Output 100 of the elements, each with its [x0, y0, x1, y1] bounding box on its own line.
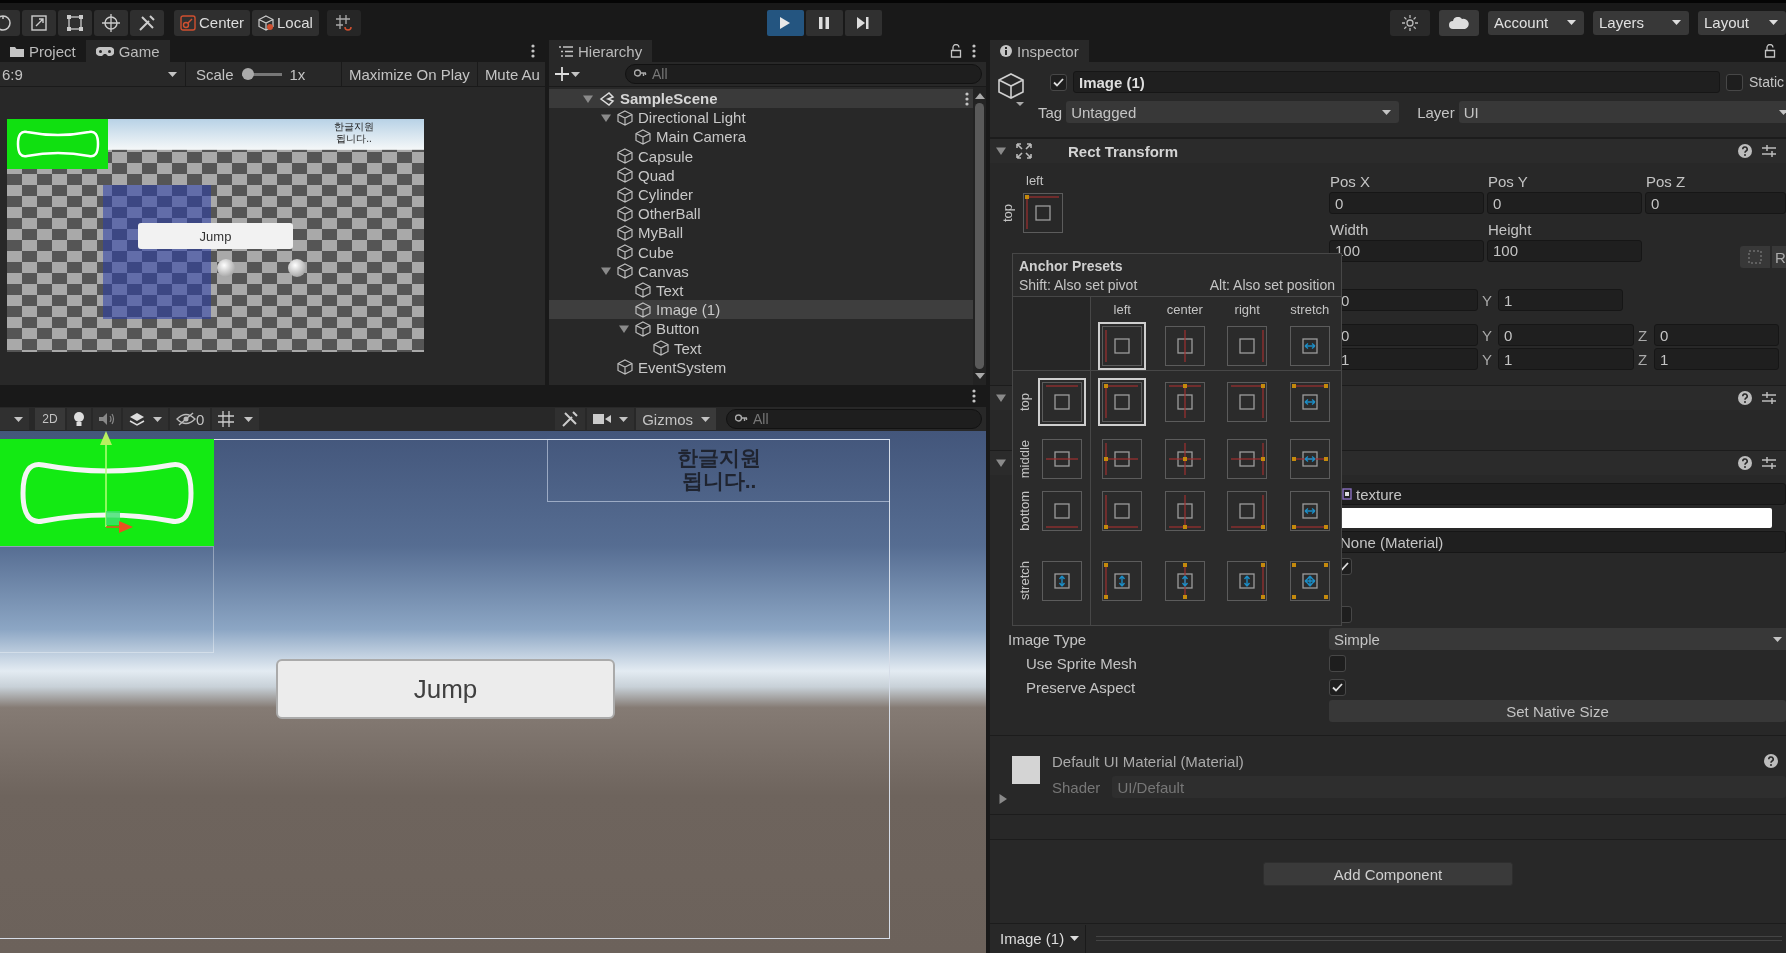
set-native-size-button[interactable]: Set Native Size	[1329, 700, 1786, 722]
collapse-arrow-icon[interactable]	[996, 458, 1006, 468]
text-field[interactable]: 0	[1329, 192, 1484, 214]
hierarchy-item[interactable]: Button	[549, 319, 973, 339]
image-type-dropdown[interactable]: Simple	[1329, 628, 1786, 650]
panel-tab[interactable]: Game	[85, 40, 170, 62]
hierarchy-item[interactable]: Main Camera	[549, 127, 973, 147]
hierarchy-item[interactable]: EventSystem	[549, 357, 973, 377]
jump-button[interactable]: Jump	[276, 659, 615, 719]
slider-thumb[interactable]	[241, 68, 254, 80]
lock-icon[interactable]	[950, 44, 962, 58]
collapse-arrow-icon[interactable]	[583, 93, 593, 104]
name-field[interactable]: Image (1)	[1073, 71, 1720, 93]
lock-icon[interactable]	[1764, 44, 1776, 58]
mute-audio-toggle[interactable]: Mute Au	[477, 62, 540, 86]
draw-mode-dropdown[interactable]	[0, 408, 29, 430]
hierarchy-item[interactable]: SampleScene	[549, 89, 973, 109]
lighting-button[interactable]	[1390, 9, 1430, 36]
tools-button[interactable]	[555, 408, 586, 430]
hierarchy-item[interactable]: Cylinder	[549, 184, 973, 205]
pause-button[interactable]	[805, 9, 843, 36]
text-field[interactable]: 1	[1498, 289, 1623, 311]
rect-tool-button[interactable]	[58, 9, 92, 36]
step-button[interactable]	[844, 9, 882, 36]
panel-tab[interactable]: Inspector	[990, 40, 1089, 62]
transform-tool-button[interactable]	[94, 9, 128, 36]
hierarchy-item[interactable]: Quad	[549, 165, 973, 185]
search-field[interactable]: All	[625, 64, 982, 84]
preview-dropdown[interactable]: Image (1)	[990, 924, 1087, 953]
tag-dropdown[interactable]: Untagged	[1066, 101, 1400, 123]
hidden-objects-toggle[interactable]: 0	[170, 408, 211, 430]
grid-dropdown[interactable]	[212, 408, 260, 430]
layer-dropdown[interactable]: UI	[1458, 101, 1786, 123]
cloud-button[interactable]	[1439, 9, 1479, 36]
menu-dropdown[interactable]: Layout	[1698, 10, 1786, 35]
hierarchy-item[interactable]: Canvas	[549, 261, 973, 281]
hierarchy-item[interactable]: Text	[549, 338, 973, 358]
camera-dropdown[interactable]	[587, 408, 635, 430]
2d-toggle[interactable]: 2D	[35, 408, 65, 430]
hierarchy-item[interactable]: Cube	[549, 242, 973, 262]
checkbox[interactable]	[1726, 73, 1743, 91]
add-component-button[interactable]: Add Component	[1263, 862, 1513, 886]
grid-snap-button[interactable]	[326, 9, 361, 36]
text-field[interactable]: 0	[1654, 324, 1779, 346]
menu-dropdown[interactable]: Layers	[1593, 10, 1689, 35]
checkbox[interactable]	[1329, 678, 1346, 696]
hierarchy-item[interactable]: Capsule	[549, 146, 973, 166]
collapse-arrow-icon[interactable]	[601, 112, 611, 123]
sliders-icon[interactable]	[1762, 391, 1776, 405]
reset-button[interactable]: R	[1772, 246, 1786, 268]
help-icon[interactable]	[1764, 754, 1778, 768]
pivot-rotation-button[interactable]: Local	[252, 9, 319, 36]
jump-button[interactable]: Jump	[138, 223, 293, 249]
collapse-arrow-icon[interactable]	[601, 266, 611, 277]
checkbox[interactable]	[1050, 73, 1067, 91]
aspect-dropdown[interactable]: 6:9	[0, 62, 186, 86]
search-field[interactable]: All	[726, 409, 982, 429]
scrollbar[interactable]	[973, 87, 986, 385]
maximize-on-play-toggle[interactable]: Maximize On Play	[342, 62, 478, 86]
custom-tool-button[interactable]	[130, 9, 164, 36]
pivot-mode-button[interactable]: Center	[174, 9, 251, 36]
sliders-icon[interactable]	[1762, 456, 1776, 470]
text-field[interactable]: 1	[1498, 348, 1634, 370]
play-button[interactable]	[766, 9, 804, 36]
audio-toggle[interactable]	[93, 408, 121, 430]
help-icon[interactable]	[1738, 456, 1752, 470]
text-field[interactable]: 1	[1654, 348, 1779, 370]
text-field[interactable]: 100	[1487, 239, 1642, 262]
text-field[interactable]: 0	[1645, 192, 1786, 214]
more-icon[interactable]	[965, 91, 969, 106]
scrollbar-thumb[interactable]	[975, 103, 984, 369]
more-icon[interactable]	[531, 44, 535, 58]
column-label: right	[1234, 302, 1260, 319]
text-field[interactable]: 0	[1498, 324, 1634, 346]
gizmos-dropdown[interactable]: Gizmos	[636, 408, 716, 430]
sliders-icon[interactable]	[1762, 144, 1776, 158]
menu-dropdown[interactable]: Account	[1488, 10, 1584, 35]
help-icon[interactable]	[1738, 144, 1752, 158]
hierarchy-item[interactable]: OtherBall	[549, 204, 973, 224]
field-label: Pos Z	[1645, 173, 1687, 192]
text-field[interactable]: 0	[1487, 192, 1642, 214]
collapse-arrow-icon[interactable]	[996, 146, 1006, 156]
collapse-arrow-icon[interactable]	[996, 393, 1006, 403]
checkbox[interactable]	[1329, 654, 1346, 672]
more-icon[interactable]	[972, 389, 976, 403]
collapse-arrow-icon[interactable]	[619, 323, 629, 334]
panel-tab[interactable]: Project	[0, 40, 86, 62]
scale-tool-button[interactable]	[22, 9, 56, 36]
hierarchy-item[interactable]: Directional Light	[549, 108, 973, 128]
more-icon[interactable]	[972, 44, 976, 58]
hierarchy-item[interactable]: Text	[549, 280, 973, 301]
effects-dropdown[interactable]	[123, 408, 168, 430]
hierarchy-item[interactable]: MyBall	[549, 223, 973, 243]
anchor-preset-icon[interactable]	[1023, 193, 1063, 233]
lighting-toggle[interactable]	[67, 408, 91, 430]
expand-arrow-icon[interactable]	[998, 794, 1008, 804]
help-icon[interactable]	[1738, 391, 1752, 405]
panel-tab[interactable]: Hierarchy	[549, 40, 653, 62]
property-label: Image Type	[1008, 630, 1088, 648]
hierarchy-item[interactable]: Image (1)	[549, 300, 973, 320]
